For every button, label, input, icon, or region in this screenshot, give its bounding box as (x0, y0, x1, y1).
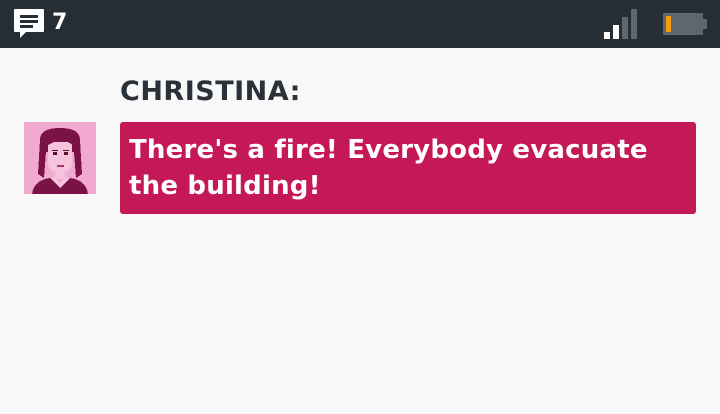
message-icon[interactable] (12, 7, 46, 41)
battery-low-icon (662, 11, 708, 37)
speaker-name: CHRISTINA: (120, 76, 301, 107)
christina-avatar (24, 122, 96, 194)
message-text: There's a fire! Everybody evacuate the b… (129, 135, 648, 201)
message-bubble: There's a fire! Everybody evacuate the b… (120, 122, 696, 214)
status-bar: 7 (0, 0, 720, 48)
notification-count: 7 (52, 10, 68, 35)
signal-icon (602, 8, 642, 40)
